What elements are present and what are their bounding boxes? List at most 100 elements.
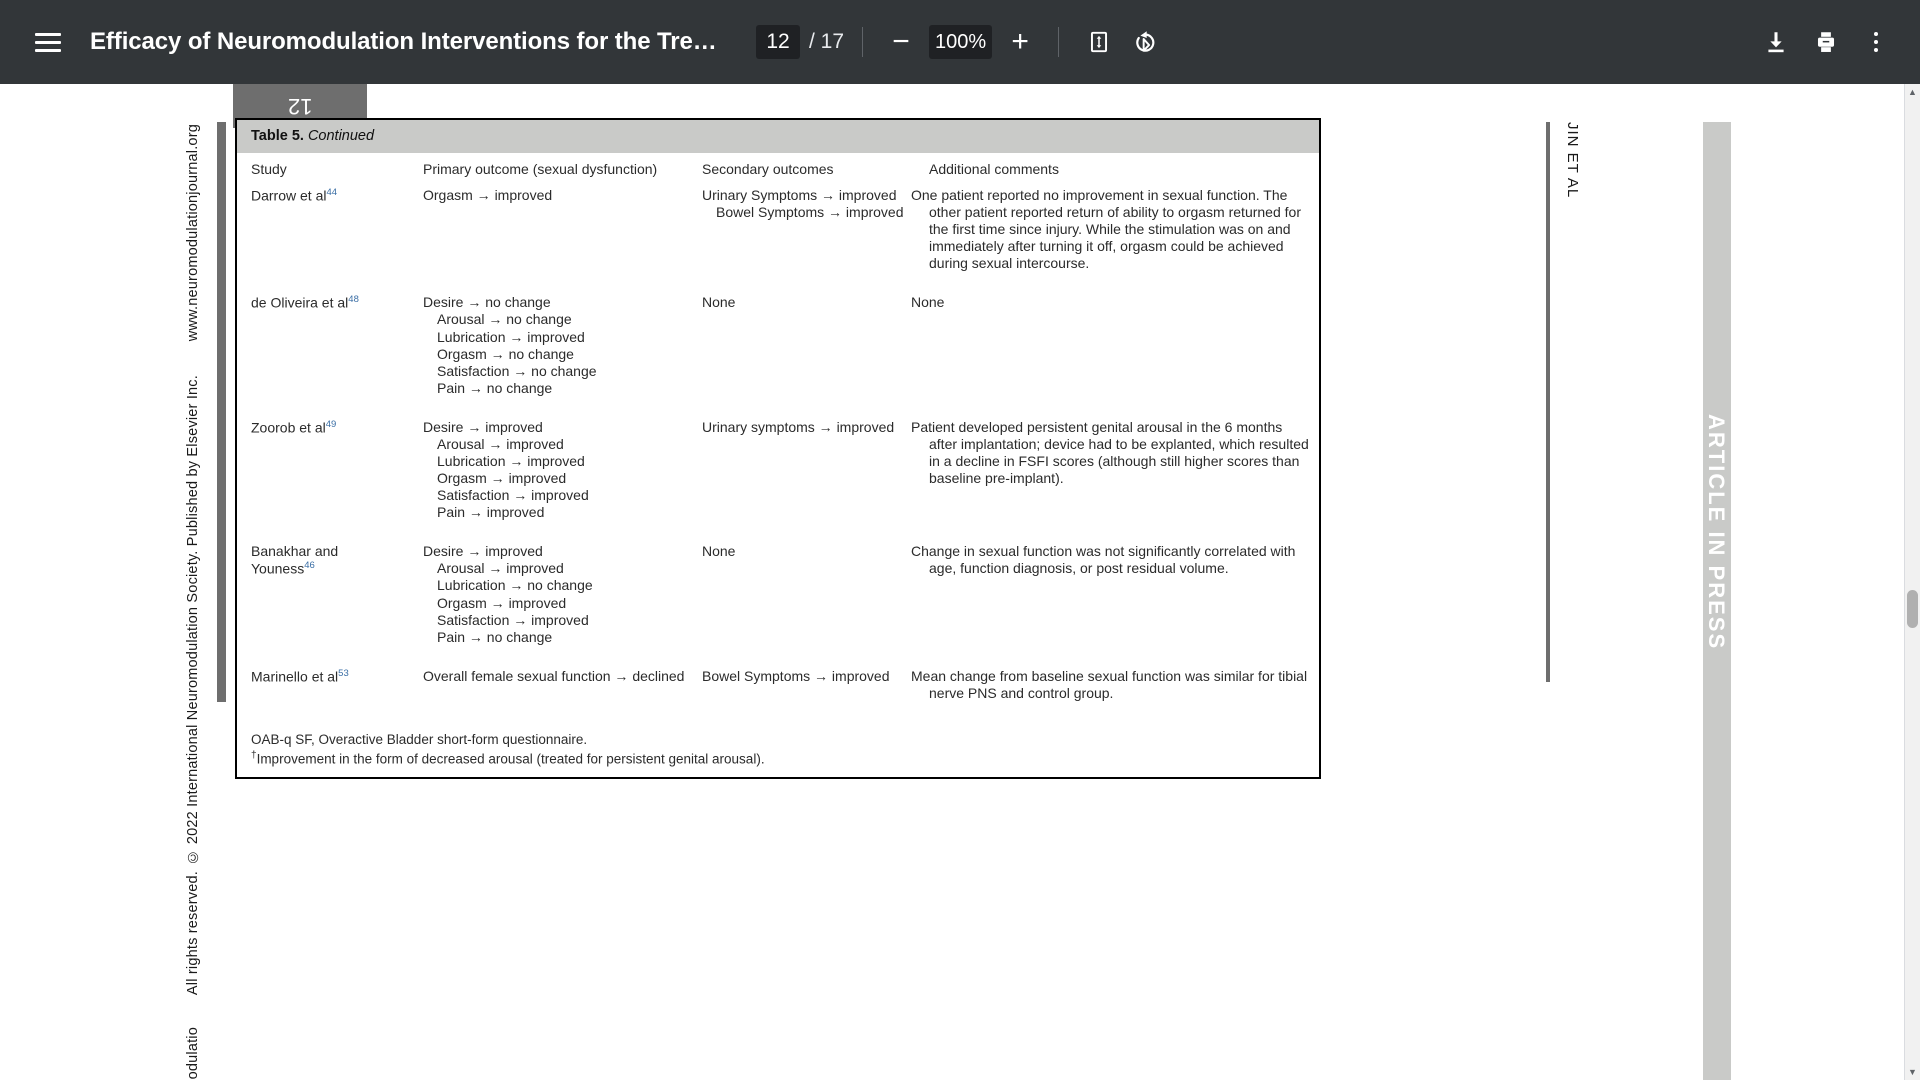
print-button[interactable] bbox=[1804, 20, 1848, 64]
cell-secondary-outcomes: None bbox=[688, 540, 915, 648]
toolbar-right-actions bbox=[1754, 20, 1898, 64]
study-name: Marinello et al bbox=[251, 668, 339, 685]
table-row-spacer bbox=[237, 524, 1319, 540]
zoom-out-button[interactable]: − bbox=[881, 22, 921, 62]
journal-name-vertical: Neuromodulatio bbox=[185, 1026, 201, 1080]
cell-secondary-outcomes: None bbox=[688, 291, 915, 399]
table-row: Banakhar and Youness46 Desire → improved A… bbox=[237, 540, 1319, 648]
study-reference-number[interactable]: 48 bbox=[348, 294, 359, 305]
zoom-level-value[interactable]: 100% bbox=[929, 25, 993, 59]
toolbar-divider-1 bbox=[862, 27, 864, 57]
column-header-comments: Additional comments bbox=[929, 161, 1059, 177]
cell-primary-outcome-line: Pain → no change bbox=[437, 628, 553, 645]
cell-secondary-outcomes-line: Urinary symptoms → improved bbox=[702, 418, 895, 435]
table-row-spacer bbox=[237, 400, 1319, 416]
table-caption-label: Table 5. bbox=[251, 128, 304, 144]
cell-additional-comments: Patient developed persistent genital aro… bbox=[911, 418, 1309, 487]
cell-secondary-outcomes-line: Urinary Symptoms → improved bbox=[702, 187, 897, 203]
article-in-press-label: ARTICLE IN PRESS bbox=[1704, 414, 1729, 651]
table-row: Zoorob et al49 Desire → improved Arousal →… bbox=[237, 416, 1319, 524]
study-name: Zoorob et al bbox=[251, 419, 326, 436]
cell-primary-outcome-line: Lubrication → improved bbox=[437, 328, 585, 345]
cell-primary-outcome-line: Satisfaction → improved bbox=[437, 611, 589, 628]
cell-primary-outcome-line: Satisfaction → no change bbox=[437, 362, 597, 379]
left-margin-rule bbox=[217, 122, 226, 702]
study-reference-number[interactable]: 49 bbox=[326, 419, 337, 430]
cell-primary-outcome-line: Orgasm → improved bbox=[437, 594, 567, 611]
cell-primary-outcome-line: Desire → improved bbox=[423, 418, 543, 435]
study-reference-number[interactable]: 44 bbox=[326, 187, 337, 198]
pdf-viewer-app: Efficacy of Neuromodulation Intervention… bbox=[0, 0, 1920, 1080]
cell-additional-comments: One patient reported no improvement in s… bbox=[911, 187, 1301, 272]
study-name: Banakhar and Youness bbox=[251, 543, 339, 578]
rotate-button[interactable] bbox=[1121, 20, 1165, 64]
table-caption-continued: Continued bbox=[307, 128, 375, 144]
toolbar-divider-2 bbox=[1058, 27, 1060, 57]
table-body: Darrow et al44 Orgasm → improved Urinary S… bbox=[237, 184, 1319, 705]
cell-primary-outcome: Desire → improved Arousal → improved Lubri… bbox=[409, 540, 688, 648]
cell-primary-outcome: Desire → no change Arousal → no change Lub… bbox=[409, 291, 688, 399]
more-options-button[interactable] bbox=[1854, 20, 1898, 64]
left-margin-text-block: www.neuromodulationjournal.org © 2022 In… bbox=[176, 124, 210, 1080]
cell-primary-outcome-line: Pain → no change bbox=[437, 379, 553, 396]
fit-to-page-button[interactable] bbox=[1077, 20, 1121, 64]
cell-primary-outcome-line: Overall female sexual function → decline… bbox=[423, 667, 685, 684]
cell-study: Marinello et al53 bbox=[237, 665, 409, 705]
page-number-tab-label: 12 bbox=[287, 94, 313, 119]
table-row: Marinello et al53 Overall female sexual f… bbox=[237, 665, 1319, 705]
page-number-input[interactable] bbox=[756, 25, 800, 59]
running-head-vertical: JIN ET AL bbox=[1564, 122, 1581, 199]
row-gap bbox=[237, 400, 1319, 416]
row-gap bbox=[237, 275, 1319, 291]
table-row-spacer bbox=[237, 275, 1319, 291]
column-header-secondary: Secondary outcomes bbox=[702, 161, 834, 177]
scroll-up-arrow[interactable]: ▲ bbox=[1905, 84, 1920, 100]
pdf-toolbar: Efficacy of Neuromodulation Intervention… bbox=[0, 0, 1920, 84]
hamburger-menu-icon bbox=[35, 32, 61, 52]
rotate-counterclockwise-icon bbox=[1136, 31, 1155, 52]
pdf-viewer-area[interactable]: 12 www.neuromodulationjournal.org © 2022… bbox=[0, 84, 1920, 1080]
cell-secondary-outcomes: Bowel Symptoms → improved bbox=[688, 665, 915, 705]
cell-primary-outcome-line: Arousal → improved bbox=[437, 560, 564, 577]
study-reference-number[interactable]: 46 bbox=[304, 560, 315, 571]
cell-primary-outcome-line: Arousal → no change bbox=[437, 311, 572, 328]
cell-secondary-outcomes-line: Bowel Symptoms → improved bbox=[716, 204, 904, 221]
cell-primary-outcome-line: Desire → improved bbox=[423, 543, 543, 560]
cell-secondary-outcomes: Urinary Symptoms → improved Bowel Symptom… bbox=[688, 184, 915, 275]
cell-secondary-outcomes-line: None bbox=[702, 294, 736, 311]
cell-primary-outcome-line: Orgasm → improved bbox=[423, 187, 553, 203]
study-name: de Oliveira et al bbox=[251, 295, 349, 312]
cell-additional-comments: None bbox=[911, 294, 945, 311]
vertical-scrollbar[interactable]: ▲ ▼ bbox=[1904, 84, 1920, 1080]
download-button[interactable] bbox=[1754, 20, 1798, 64]
table-header-row: Study Primary outcome (sexual dysfunctio… bbox=[237, 153, 1319, 184]
cell-primary-outcome-line: Pain → improved bbox=[437, 504, 545, 521]
column-header-study: Study bbox=[251, 161, 287, 177]
table-caption: Table 5. Continued bbox=[237, 120, 1319, 153]
study-name: Darrow et al bbox=[251, 187, 327, 204]
study-reference-number[interactable]: 53 bbox=[338, 668, 349, 679]
scrollbar-thumb[interactable] bbox=[1907, 590, 1918, 628]
table-head: Study Primary outcome (sexual dysfunctio… bbox=[237, 153, 1319, 184]
sidebar-toggle-button[interactable] bbox=[26, 20, 70, 64]
cell-primary-outcome: Overall female sexual function → decline… bbox=[409, 665, 688, 705]
journal-url-vertical: www.neuromodulationjournal.org bbox=[185, 124, 201, 342]
zoom-in-button[interactable]: + bbox=[1000, 22, 1040, 62]
cell-additional-comments: Change in sexual function was not signif… bbox=[911, 543, 1296, 577]
table-row: de Oliveira et al48 Desire → no change Aro… bbox=[237, 291, 1319, 399]
row-gap bbox=[237, 649, 1319, 665]
cell-primary-outcome: Orgasm → improved bbox=[409, 184, 688, 275]
more-options-icon bbox=[1874, 32, 1878, 52]
cell-study: Zoorob et al49 bbox=[237, 416, 409, 524]
cell-primary-outcome-line: Desire → no change bbox=[423, 294, 551, 311]
fit-to-page-icon bbox=[1091, 31, 1108, 53]
scroll-down-arrow[interactable]: ▼ bbox=[1905, 1064, 1920, 1080]
table-5: Study Primary outcome (sexual dysfunctio… bbox=[237, 153, 1319, 705]
pdf-page-12: 12 www.neuromodulationjournal.org © 2022… bbox=[165, 84, 1731, 1080]
cell-secondary-outcomes-line: Bowel Symptoms → improved bbox=[702, 667, 890, 684]
cell-primary-outcome-line: Lubrication → improved bbox=[437, 453, 585, 470]
footnote-dagger-note: †Improvement in the form of decreased ar… bbox=[251, 749, 1305, 769]
cell-additional-comments: Mean change from baseline sexual functio… bbox=[911, 667, 1308, 701]
cell-primary-outcome-line: Orgasm → improved bbox=[437, 470, 567, 487]
zoom-controls: − 100% + bbox=[881, 22, 1040, 62]
